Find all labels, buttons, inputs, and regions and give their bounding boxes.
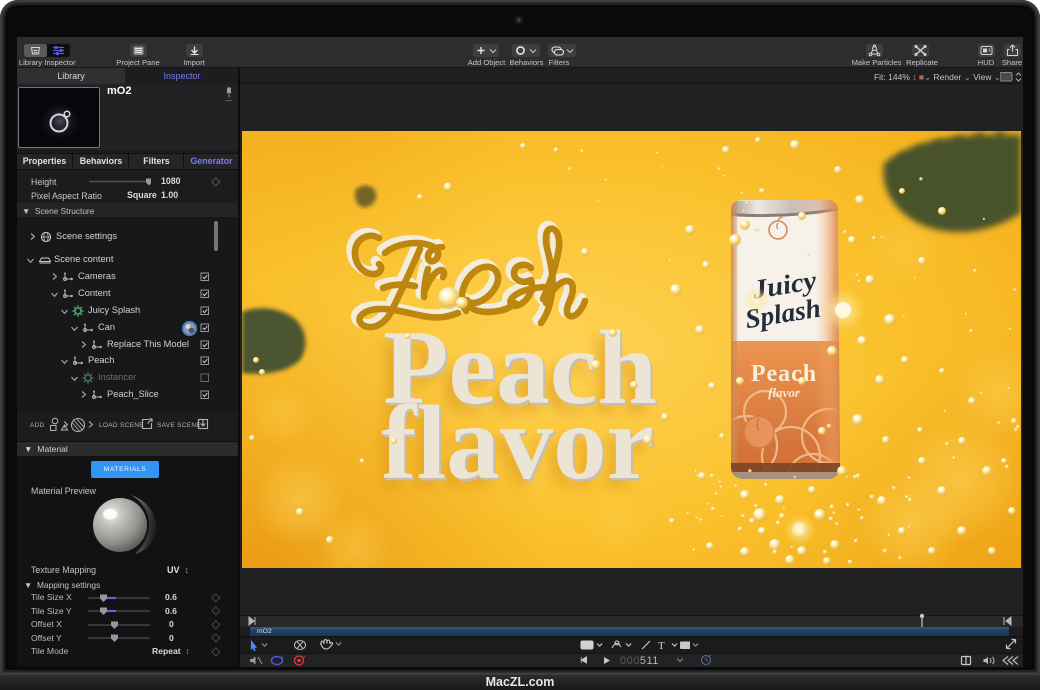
svg-text:flavor: flavor <box>768 385 801 400</box>
svg-text:T: T <box>658 640 665 651</box>
svg-text:Peach: Peach <box>751 361 817 387</box>
svg-text:flavor: flavor <box>381 384 654 501</box>
